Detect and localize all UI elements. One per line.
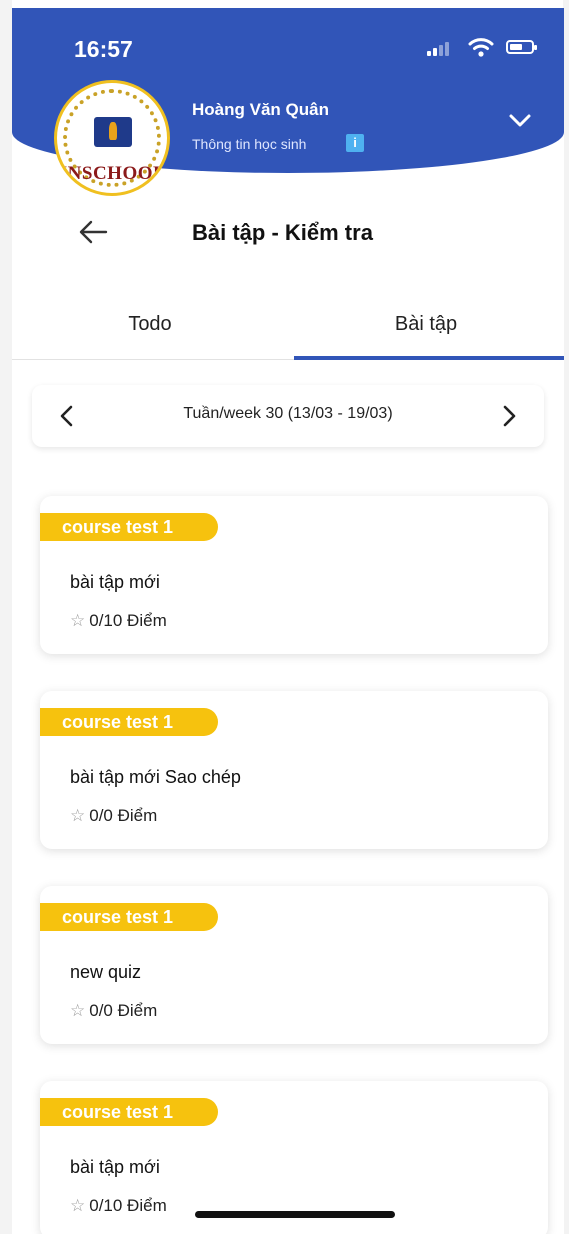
user-subtitle[interactable]: Thông tin học sinh: [192, 136, 306, 152]
school-logo[interactable]: INSCHOOL: [54, 80, 170, 196]
assignment-score: ☆ 0/0 Điểm: [70, 1001, 157, 1021]
chevron-down-icon[interactable]: [506, 106, 534, 134]
assignment-title: new quiz: [70, 962, 142, 982]
home-indicator[interactable]: [195, 1211, 395, 1218]
status-time: 16:57: [74, 36, 133, 62]
info-icon[interactable]: i: [346, 134, 364, 152]
score-text: 0/0 Điểm: [89, 806, 158, 825]
star-icon: ☆: [70, 1196, 86, 1215]
course-tag: course test 1: [40, 903, 218, 931]
tab-bar: Todo Bài tập: [12, 293, 564, 360]
assignment-score: ☆ 0/10 Điểm: [70, 611, 167, 631]
user-name[interactable]: Hoàng Văn Quân: [192, 100, 329, 120]
assignment-card[interactable]: course test 1 bài tập mới Sao chép ☆ 0/0 …: [40, 691, 548, 849]
assignment-title: bài tập mới Sao chép: [70, 767, 241, 787]
course-tag: course test 1: [40, 1098, 218, 1126]
book-icon: [94, 117, 132, 147]
course-tag: course test 1: [40, 708, 218, 736]
chevron-right-icon[interactable]: [500, 405, 518, 427]
star-icon: ☆: [70, 611, 86, 630]
score-text: 0/0 Điểm: [89, 1001, 158, 1020]
week-label: Tuần/week 30 (13/03 - 19/03): [183, 405, 393, 422]
score-text: 0/10 Điểm: [89, 1196, 167, 1215]
assignment-card[interactable]: course test 1 new quiz ☆ 0/0 Điểm: [40, 886, 548, 1044]
score-text: 0/10 Điểm: [89, 611, 167, 630]
active-tab-indicator: [294, 356, 564, 360]
signal-icon: [427, 42, 451, 56]
assignment-title: bài tập mới: [70, 1157, 160, 1177]
assignment-card[interactable]: course test 1 bài tập mới ☆ 0/10 Điểm: [40, 496, 548, 654]
back-arrow-icon[interactable]: [78, 218, 110, 246]
tab-bai-tap[interactable]: Bài tập: [288, 293, 564, 357]
status-icons: [422, 36, 542, 58]
app-frame: 16:57 INSCHOOL Hoàng Văn Quân Thông tin …: [0, 0, 569, 1234]
logo-text: INSCHOOL: [59, 163, 167, 184]
star-icon: ☆: [70, 1001, 86, 1020]
week-selector: Tuần/week 30 (13/03 - 19/03): [32, 385, 544, 447]
assignment-score: ☆ 0/0 Điểm: [70, 806, 157, 826]
wifi-icon: [468, 38, 494, 57]
assignment-title: bài tập mới: [70, 572, 160, 592]
tab-todo[interactable]: Todo: [12, 293, 288, 357]
course-tag: course test 1: [40, 513, 218, 541]
battery-icon: [506, 40, 537, 54]
page-title: Bài tập - Kiểm tra: [192, 220, 373, 245]
star-icon: ☆: [70, 806, 86, 825]
assignment-score: ☆ 0/10 Điểm: [70, 1196, 167, 1216]
window-edge-left: [0, 0, 12, 1234]
phone-screen: 16:57 INSCHOOL Hoàng Văn Quân Thông tin …: [12, 8, 564, 1234]
